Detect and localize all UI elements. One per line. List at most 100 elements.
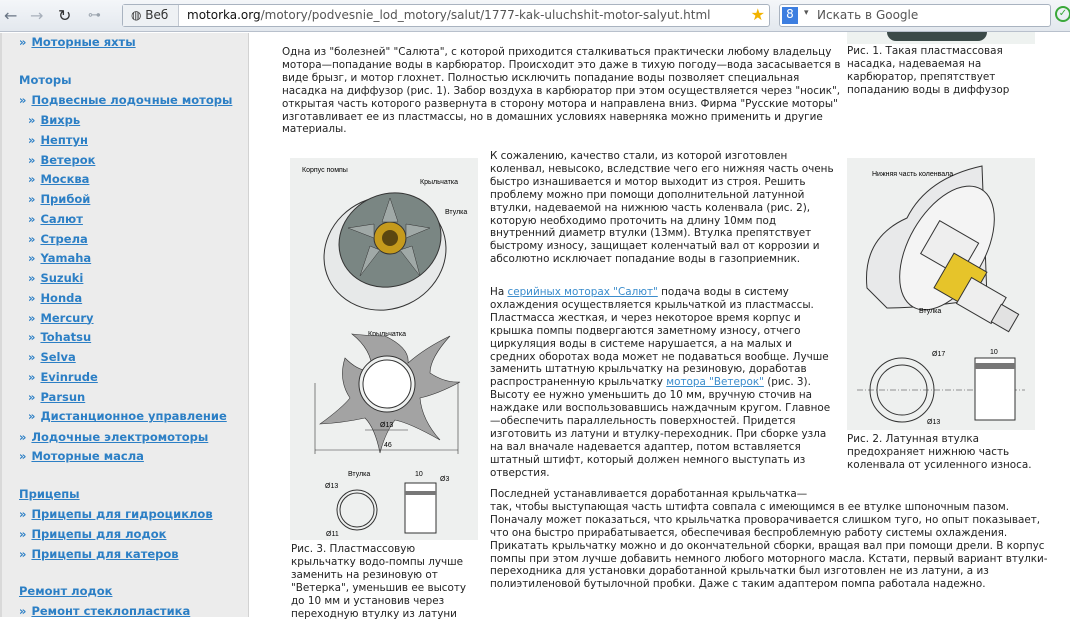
label-diameter-13: Ø13 xyxy=(380,422,393,429)
chevron-right-icon: » xyxy=(28,271,36,285)
label-crankshaft-lower: Нижняя часть коленвала xyxy=(872,171,953,178)
chevron-right-icon: » xyxy=(28,172,36,187)
sidebar-heading-motors-row: Моторы xyxy=(19,73,72,87)
chevron-right-icon: » xyxy=(28,330,36,345)
sidebar-link-brand-row: » Honda xyxy=(28,291,82,305)
sidebar-link-brand-row: » Вихрь xyxy=(28,113,80,127)
sidebar-link-brand[interactable]: Салют xyxy=(40,212,82,226)
chevron-right-icon: » xyxy=(28,192,36,206)
chevron-right-icon: » xyxy=(19,93,27,107)
sidebar-link-trailer[interactable]: Прицепы для гидроциклов xyxy=(31,507,212,521)
sidebar-heading-trailers-row: Прицепы xyxy=(19,487,80,501)
chevron-right-icon: » xyxy=(28,310,36,325)
sidebar-link-brand-row: » Yamaha xyxy=(28,251,91,265)
chevron-right-icon: » xyxy=(19,507,27,521)
sidebar-link-electric-motors[interactable]: Лодочные электромоторы xyxy=(31,430,208,444)
chevron-right-icon: » xyxy=(19,527,27,541)
chevron-right-icon: » xyxy=(28,369,36,384)
figure-1-image xyxy=(847,32,1035,44)
search-box[interactable]: 8 ▾ Искать в Google xyxy=(779,4,1051,27)
forward-icon[interactable]: → xyxy=(30,6,43,25)
sidebar-link-trailer[interactable]: Прицепы для лодок xyxy=(31,527,166,541)
sidebar-link-brand-row: » Suzuki xyxy=(28,271,83,285)
chevron-right-icon: » xyxy=(28,231,36,246)
sidebar-link-brand-row: » Стрела xyxy=(28,232,88,246)
label-pump-housing: Корпус помпы xyxy=(302,167,348,174)
address-bar[interactable]: ◍ Веб motorka.org/motory/podvesnie_lod_m… xyxy=(122,4,770,27)
sidebar-link-outboard-motors-row: » Подвесные лодочные моторы xyxy=(19,93,232,107)
sidebar-link-brand[interactable]: Mercury xyxy=(40,311,93,325)
sidebar-heading-boat-repair-row: Ремонт лодок xyxy=(19,584,112,598)
label-length-10: 10 xyxy=(990,349,998,356)
key-icon[interactable]: ⊶ xyxy=(88,8,101,23)
sidebar-link-brand-row: » Evinrude xyxy=(28,370,98,384)
sidebar-link-brand[interactable]: Вихрь xyxy=(40,113,80,127)
paragraph-assembly: Последней устанавливается доработанная к… xyxy=(490,488,1048,591)
sidebar-link-brand[interactable]: Selva xyxy=(40,350,75,364)
reload-icon[interactable]: ↻ xyxy=(58,6,71,25)
sidebar-link-brand-row: » Mercury xyxy=(28,311,94,325)
figure-3-image: Корпус помпы Крыльчатка Втулка Крыльчатк… xyxy=(290,158,478,540)
check-icon[interactable]: ✓ xyxy=(1055,6,1070,22)
sidebar-heading-trailers[interactable]: Прицепы xyxy=(19,487,80,501)
url-path: /motory/podvesnie_lod_motory/salut/1777-… xyxy=(260,8,711,22)
chevron-right-icon: » xyxy=(19,430,27,444)
sidebar-link-brand-row: » Tohatsu xyxy=(28,330,91,344)
paragraph-crankshaft: К сожалению, качество стали, из которой … xyxy=(490,150,834,266)
chevron-right-icon: » xyxy=(19,547,27,561)
sidebar-link-brand-row: » Прибой xyxy=(28,192,90,206)
back-icon[interactable]: ← xyxy=(4,6,17,25)
chevron-right-icon: » xyxy=(28,152,36,167)
sidebar-link-brand[interactable]: Parsun xyxy=(40,390,85,404)
chevron-right-icon: » xyxy=(28,350,36,364)
url-domain: motorka.org xyxy=(187,8,261,22)
sidebar-link-trailer-row: » Прицепы для гидроциклов xyxy=(19,507,213,521)
label-hole-3: Ø3 xyxy=(440,476,449,483)
sidebar-link-brand-row: » Ветерок xyxy=(28,153,95,167)
chevron-right-icon: » xyxy=(19,604,27,618)
sidebar-link-electric-motors-row: » Лодочные электромоторы xyxy=(19,430,208,444)
sidebar-link-brand-row: » Москва xyxy=(28,172,89,186)
sidebar-link-brand[interactable]: Стрела xyxy=(40,232,87,246)
web-button[interactable]: ◍ Веб xyxy=(123,5,179,26)
sidebar-link-brand-row: » Parsun xyxy=(28,390,85,404)
sidebar-link-brand[interactable]: Нептун xyxy=(40,133,87,147)
label-diameter-17: Ø17 xyxy=(932,351,945,358)
chevron-right-icon: » xyxy=(28,290,36,305)
paragraph-impeller: На серийных моторах "Салют" подача воды … xyxy=(490,286,831,479)
sidebar-link-brand[interactable]: Прибой xyxy=(40,192,90,206)
label-bush-diam-13: Ø13 xyxy=(325,483,338,490)
sidebar-link-brand[interactable]: Honda xyxy=(40,291,82,305)
chevron-right-icon: » xyxy=(28,211,36,226)
sidebar-link-brand[interactable]: Evinrude xyxy=(40,370,97,384)
chevron-right-icon: » xyxy=(28,113,36,127)
link-salut-motors[interactable]: серийных моторах "Салют" xyxy=(507,286,657,298)
sidebar-link-outboard-motors[interactable]: Подвесные лодочные моторы xyxy=(31,93,232,107)
sidebar-link-brand[interactable]: Yamaha xyxy=(40,251,91,265)
bookmark-star-icon[interactable]: ★ xyxy=(751,5,765,24)
figure-2-caption: Рис. 2. Латунная втулка предохраняет ниж… xyxy=(847,433,1037,472)
figure-3-caption: Рис. 3. Пластмассовую крыльчатку водо-по… xyxy=(291,543,481,620)
sidebar-link-repair[interactable]: Ремонт стеклопластика xyxy=(31,604,190,618)
label-bushing: Втулка xyxy=(919,308,941,315)
chevron-right-icon: » xyxy=(28,132,36,147)
chevron-right-icon: » xyxy=(19,35,27,49)
sidebar-link-motor-yachts[interactable]: Моторные яхты xyxy=(31,35,135,49)
browser-toolbar: ← → ↻ ⊶ ◍ Веб motorka.org/motory/podvesn… xyxy=(0,0,1070,32)
link-veterok-motor[interactable]: мотора "Ветерок" xyxy=(666,376,764,388)
sidebar-link-brand[interactable]: Дистанционное управление xyxy=(40,409,226,423)
sidebar-link-trailer[interactable]: Прицепы для катеров xyxy=(31,547,178,561)
label-bushing-2: Втулка xyxy=(348,471,370,478)
url-text[interactable]: motorka.org/motory/podvesnie_lod_motory/… xyxy=(187,8,710,22)
search-placeholder: Искать в Google xyxy=(817,8,919,22)
sidebar-link-brand[interactable]: Suzuki xyxy=(40,271,83,285)
sidebar-link-motor-oils[interactable]: Моторные масла xyxy=(31,449,143,463)
google-icon[interactable]: 8 xyxy=(782,7,798,24)
sidebar-heading-motors: Моторы xyxy=(19,73,72,87)
dropdown-icon[interactable]: ▾ xyxy=(804,8,809,18)
sidebar-link-brand[interactable]: Tohatsu xyxy=(40,330,91,344)
sidebar-link-brand[interactable]: Москва xyxy=(40,172,89,186)
chevron-right-icon: » xyxy=(28,409,36,424)
sidebar-link-brand[interactable]: Ветерок xyxy=(40,153,95,167)
sidebar-heading-boat-repair[interactable]: Ремонт лодок xyxy=(19,584,112,598)
